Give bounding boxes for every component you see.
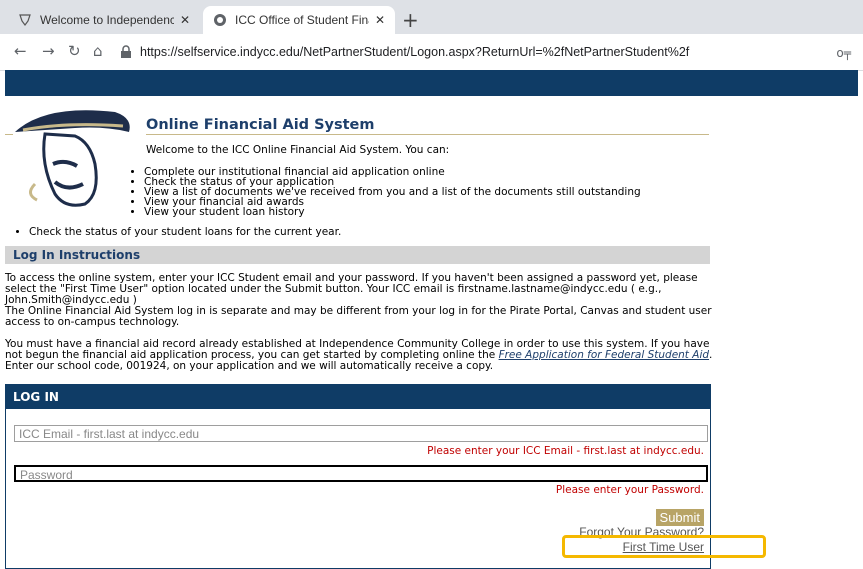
new-tab-icon[interactable]: + bbox=[402, 8, 419, 32]
tab-title: Welcome to Independence Comm bbox=[40, 13, 174, 27]
submit-button[interactable]: Submit bbox=[655, 509, 704, 526]
lock-icon[interactable] bbox=[120, 45, 132, 59]
password-field[interactable]: Password bbox=[14, 465, 708, 482]
back-icon[interactable]: ← bbox=[14, 42, 27, 60]
instructions-paragraph-3: You must have a financial aid record alr… bbox=[5, 339, 715, 372]
instructions-heading: Log In Instructions bbox=[5, 246, 710, 264]
instructions-paragraph-1: To access the online system, enter your … bbox=[5, 272, 698, 306]
password-error: Please enter your Password. bbox=[555, 484, 704, 496]
globe-favicon-icon bbox=[213, 13, 227, 27]
title-underline bbox=[146, 134, 709, 135]
tab-welcome[interactable]: Welcome to Independence Comm ✕ bbox=[8, 6, 200, 34]
login-heading: LOG IN bbox=[6, 385, 710, 409]
address-bar[interactable]: https://selfservice.indycc.edu/NetPartne… bbox=[120, 39, 850, 65]
highlight-box bbox=[562, 535, 766, 558]
extra-feature-list: Check the status of your student loans f… bbox=[15, 227, 341, 238]
email-error: Please enter your ICC Email - first.last… bbox=[427, 445, 704, 457]
key-icon[interactable]: o╤ bbox=[836, 46, 851, 60]
close-icon[interactable]: ✕ bbox=[180, 13, 190, 27]
list-item: Check the status of your student loans f… bbox=[29, 227, 341, 238]
welcome-text: Welcome to the ICC Online Financial Aid … bbox=[146, 144, 450, 156]
page-title: Online Financial Aid System bbox=[146, 117, 375, 133]
site-header-bar bbox=[5, 70, 858, 96]
instructions-paragraph-2: The Online Financial Aid System log in i… bbox=[5, 305, 712, 328]
reload-icon[interactable]: ↻ bbox=[68, 42, 81, 60]
fafsa-link[interactable]: Free Application for Federal Student Aid bbox=[499, 349, 709, 361]
home-icon[interactable]: ⌂ bbox=[93, 42, 103, 60]
tab-title: ICC Office of Student Financial A bbox=[235, 13, 369, 27]
feature-list: Complete our institutional financial aid… bbox=[130, 167, 641, 218]
pirate-logo bbox=[5, 104, 145, 214]
list-item: View your student loan history bbox=[144, 207, 641, 218]
forward-icon[interactable]: → bbox=[42, 42, 55, 60]
url-text: https://selfservice.indycc.edu/NetPartne… bbox=[140, 45, 690, 59]
shield-favicon-icon bbox=[18, 13, 32, 27]
divider bbox=[5, 134, 13, 135]
browser-tab-bar: Welcome to Independence Comm ✕ ICC Offic… bbox=[0, 0, 863, 34]
tab-financial-aid[interactable]: ICC Office of Student Financial A ✕ bbox=[203, 6, 395, 34]
email-field[interactable]: ICC Email - first.last at indycc.edu bbox=[14, 425, 708, 442]
browser-toolbar: ← → ↻ ⌂ https://selfservice.indycc.edu/N… bbox=[0, 34, 863, 71]
close-icon[interactable]: ✕ bbox=[375, 13, 385, 27]
